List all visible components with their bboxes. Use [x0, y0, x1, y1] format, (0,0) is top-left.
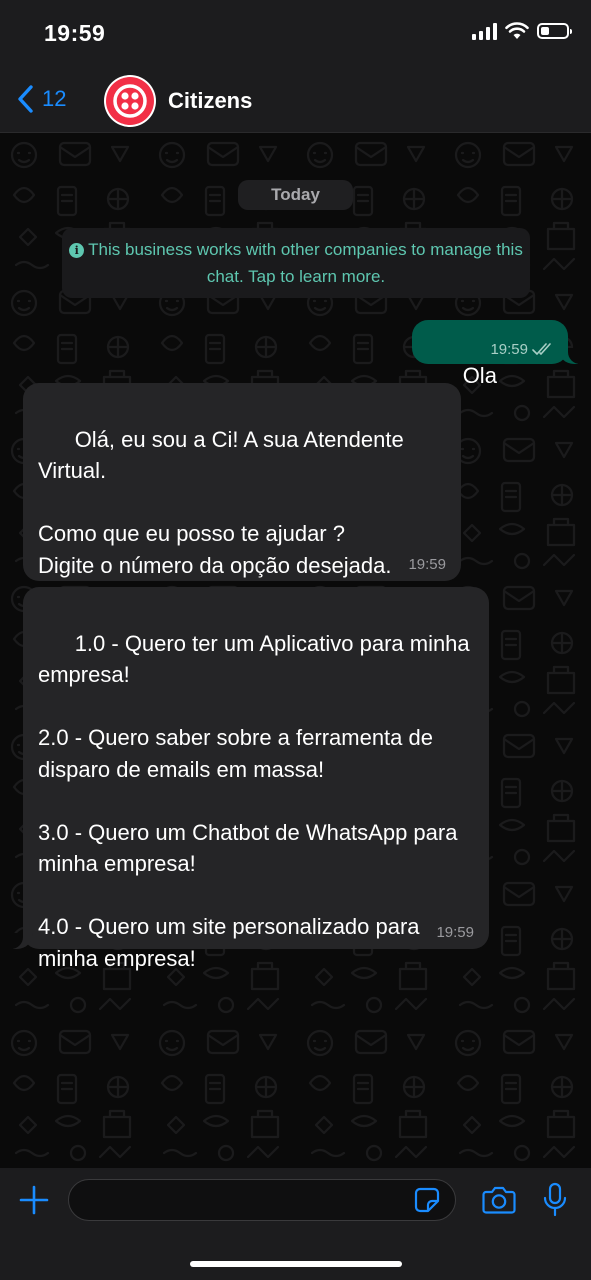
plus-icon[interactable]: [18, 1184, 50, 1216]
message-time: 19:59: [490, 341, 528, 358]
camera-icon[interactable]: [482, 1185, 516, 1215]
unread-count: 12: [42, 86, 67, 111]
back-button[interactable]: 12: [16, 84, 66, 114]
incoming-message-bubble[interactable]: 1.0 - Quero ter um Aplicativo para minha…: [11, 587, 489, 971]
double-check-read-icon: [532, 343, 551, 355]
message-list[interactable]: Today i This business works with other co…: [0, 133, 591, 1168]
business-notice-text: This business works with other companies…: [88, 240, 523, 286]
message-time: 19:59: [436, 924, 474, 941]
message-text: Olá, eu sou a Ci! A sua Atendente Virtua…: [38, 426, 404, 578]
microphone-icon[interactable]: [542, 1182, 568, 1218]
message-text: 1.0 - Quero ter um Aplicativo para minha…: [38, 630, 470, 971]
message-input[interactable]: [68, 1179, 456, 1221]
message-text: Ola: [462, 362, 497, 388]
status-time: 19:59: [44, 20, 106, 46]
wifi-icon: [505, 22, 529, 39]
info-icon: i: [69, 243, 85, 258]
bubble-tail: [11, 933, 33, 949]
chevron-left-icon: [18, 85, 33, 113]
contact-avatar[interactable]: [104, 75, 156, 127]
contact-name[interactable]: Citizens: [168, 88, 252, 114]
business-info-notice[interactable]: i This business works with other companie…: [62, 228, 530, 298]
battery-level: [541, 27, 549, 35]
outgoing-message-bubble[interactable]: Ola 19:59: [412, 320, 580, 388]
date-separator: Today: [238, 180, 353, 210]
incoming-message-bubble[interactable]: Olá, eu sou a Ci! A sua Atendente Virtua…: [23, 383, 461, 581]
message-time: 19:59: [408, 556, 446, 573]
whatsapp-chat-screen: 19:59 12 Citizens Today i This business …: [0, 0, 591, 1280]
twilio-logo-icon: [106, 77, 154, 125]
home-indicator[interactable]: [190, 1261, 402, 1267]
battery-icon: [537, 23, 572, 39]
chat-header: 12 Citizens: [0, 70, 591, 133]
status-icons: [472, 22, 572, 40]
status-bar: 19:59: [0, 0, 591, 70]
cellular-signal-icon: [472, 22, 497, 40]
sticker-icon[interactable]: [414, 1187, 440, 1213]
